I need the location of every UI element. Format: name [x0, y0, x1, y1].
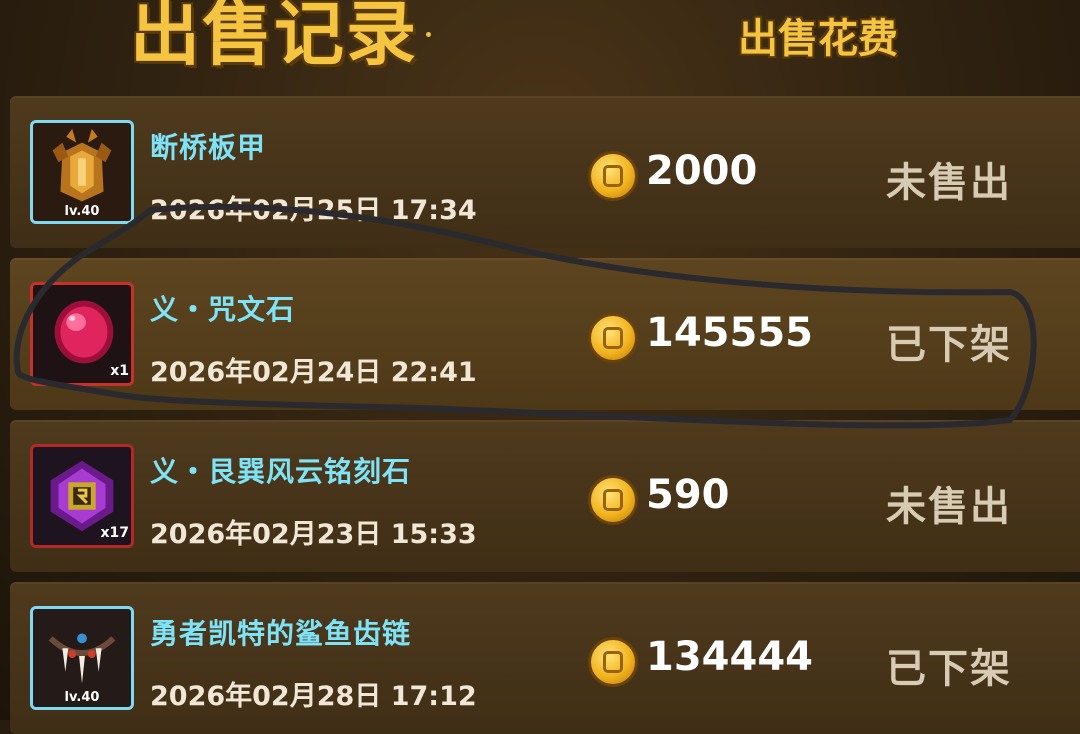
sale-date: 2026年02月24日 22:41	[150, 357, 477, 388]
sale-status: 已下架	[886, 646, 1012, 692]
item-icon-frame[interactable]: lv.40	[30, 120, 134, 224]
list-item[interactable]: x17 义・艮巽风云铭刻石 2026年02月23日 15:33 590 未售出	[10, 420, 1080, 572]
page-title: 出售记录	[130, 0, 418, 75]
sale-date: 2026年02月23日 15:33	[150, 519, 477, 550]
item-level-badge: lv.40	[64, 204, 100, 219]
item-icon-frame[interactable]: lv.40	[30, 606, 134, 710]
item-quantity-badge: x1	[110, 363, 129, 379]
item-name: 断桥板甲	[150, 131, 267, 164]
sale-status: 未售出	[886, 484, 1012, 530]
sale-status: 未售出	[886, 160, 1012, 206]
sale-price: 145555	[646, 310, 813, 356]
item-name: 义・艮巽风云铭刻石	[150, 455, 412, 488]
decorative-sparkle	[426, 32, 431, 37]
item-level-badge: lv.40	[64, 690, 100, 705]
item-icon-frame[interactable]: x1	[30, 282, 134, 386]
list-item[interactable]: lv.40 断桥板甲 2026年02月25日 17:34 2000 未售出	[10, 96, 1080, 248]
gold-coin-icon	[588, 637, 638, 687]
sale-status: 已下架	[886, 322, 1012, 368]
sale-date: 2026年02月28日 17:12	[150, 681, 477, 712]
sale-price: 134444	[646, 634, 813, 680]
sale-price: 2000	[646, 148, 758, 194]
list-item[interactable]: x1 义・咒文石 2026年02月24日 22:41 145555 已下架	[10, 258, 1080, 410]
item-name: 义・咒文石	[150, 293, 296, 326]
gold-coin-icon	[588, 313, 638, 363]
item-name: 勇者凯特的鲨鱼齿链	[150, 617, 412, 650]
gold-coin-icon	[588, 475, 638, 525]
sale-date: 2026年02月25日 17:34	[150, 195, 477, 226]
item-icon-frame[interactable]: x17	[30, 444, 134, 548]
item-quantity-badge: x17	[100, 525, 129, 541]
list-item[interactable]: lv.40 勇者凯特的鲨鱼齿链 2026年02月28日 17:12 134444…	[10, 582, 1080, 734]
sale-price: 590	[646, 472, 730, 518]
price-column-header: 出售花费	[738, 16, 898, 62]
gold-coin-icon	[588, 151, 638, 201]
